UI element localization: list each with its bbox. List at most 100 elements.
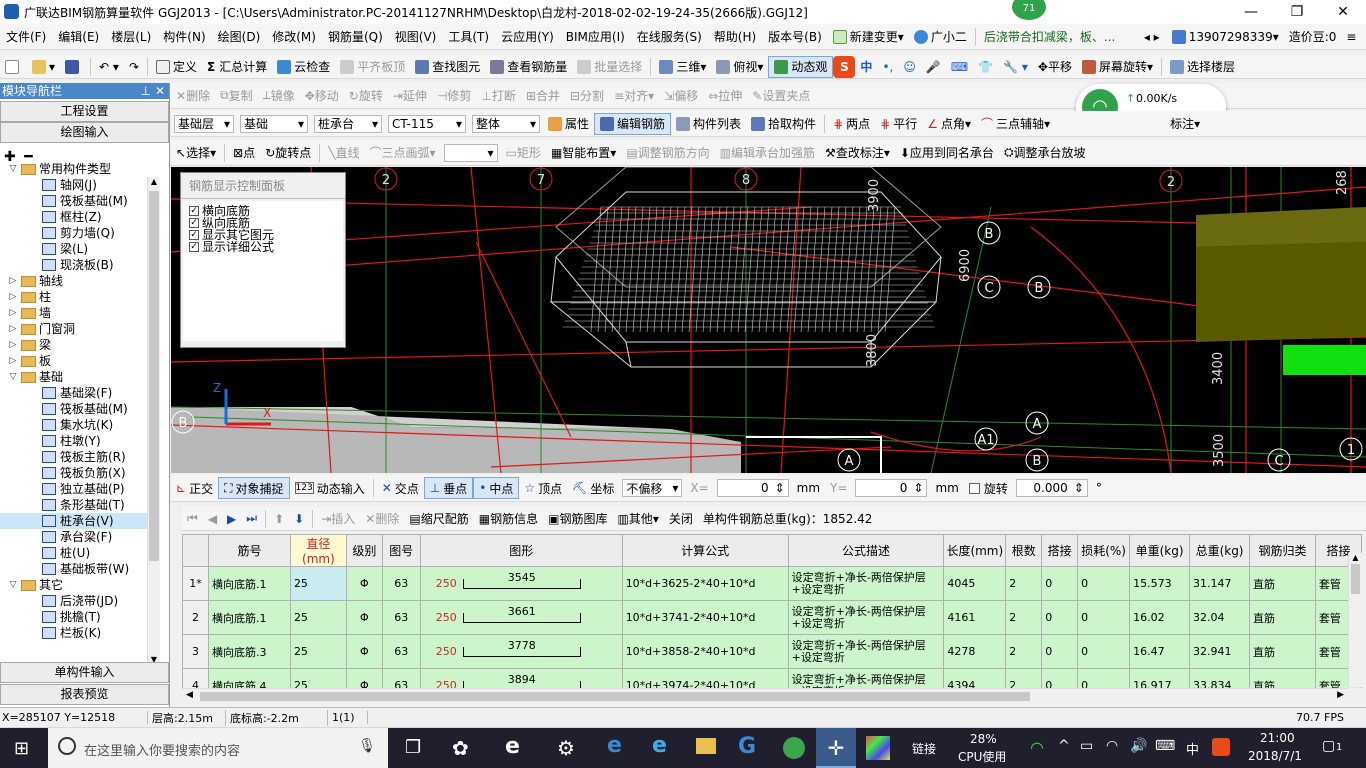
draw-input-button[interactable]: 绘图输入 xyxy=(0,122,169,143)
split-button[interactable]: ⊟ 分割 xyxy=(565,85,609,107)
table-row[interactable]: 3 横向底筋.3 25 Φ 63 250 3778 10*d+3858-2*40+10*d 设定… xyxy=(182,634,1362,669)
tree-item[interactable]: 承台梁(F) xyxy=(0,529,160,545)
tree-item[interactable]: 桩(U) xyxy=(0,545,160,561)
cell-name[interactable]: 横向底筋.3 xyxy=(207,634,291,669)
fan-app-icon[interactable]: ✿ xyxy=(452,736,469,760)
green-app-icon[interactable] xyxy=(783,737,805,759)
expander-icon[interactable]: ▽ xyxy=(8,369,18,385)
prev-record-icon[interactable]: ◀ xyxy=(203,508,222,530)
single-component-button[interactable]: 单构件输入 xyxy=(0,662,169,683)
annotate-button[interactable]: 标注 ▾ xyxy=(1165,113,1205,135)
cell-count[interactable]: 2 xyxy=(1005,566,1043,601)
start-icon[interactable]: ⊞ xyxy=(14,738,29,759)
define-button[interactable]: 定义 xyxy=(151,56,202,78)
tree-folder[interactable]: ▷ 轴线 xyxy=(0,273,160,289)
whole-select[interactable]: 整体 ▾ xyxy=(472,114,540,133)
cell-unit[interactable]: 15.573 xyxy=(1129,566,1191,601)
model-view-svg[interactable]: 3900 6900 3400 3800 3500 268 Z X 2 7 8 2 B C B… xyxy=(171,167,1366,473)
cell-length[interactable]: 4045 xyxy=(943,566,1007,601)
cell-name[interactable]: 横向底筋.1 xyxy=(207,600,291,635)
action-center-icon[interactable]: ▢ xyxy=(1322,738,1335,754)
cell-length[interactable]: 4278 xyxy=(943,634,1007,669)
type-select[interactable]: 基础 ▾ xyxy=(240,114,308,133)
redo-icon[interactable]: ↷ xyxy=(124,56,144,78)
tree-item[interactable]: 独立基础(P) xyxy=(0,481,160,497)
pin-icon[interactable]: ⊥ xyxy=(141,83,151,99)
table-row[interactable]: 2 横向底筋.1 25 Φ 63 250 3661 10*d+3741-2*40+10*d 设定… xyxy=(182,600,1362,635)
menu-item[interactable]: 钢筋量(Q) xyxy=(322,28,389,45)
sogou-tray-icon[interactable] xyxy=(1212,738,1230,756)
ortho-button[interactable]: ⊾ 正交 xyxy=(171,477,218,499)
point-angle-button[interactable]: ∠ 点角 ▾ xyxy=(922,113,976,135)
cell-shape[interactable]: 250 3545 xyxy=(419,566,623,601)
rotate-point-button[interactable]: ↻ 旋转点 xyxy=(260,142,316,164)
tree-item[interactable]: 梁(L) xyxy=(0,241,160,257)
cell-loss[interactable]: 0 xyxy=(1077,668,1131,688)
cell-idx[interactable]: 4 xyxy=(182,668,209,688)
expander-icon[interactable]: ▷ xyxy=(8,337,18,353)
dynamic-view-button[interactable]: 动态观 xyxy=(768,55,834,78)
tree-item[interactable]: 筏板主筋(R) xyxy=(0,449,160,465)
wifi-tray-icon[interactable]: ◠ xyxy=(1030,738,1044,757)
menu-item[interactable]: 工具(T) xyxy=(442,28,495,45)
cell-dia[interactable]: 25 xyxy=(289,566,347,601)
open-file-icon[interactable]: ▾ xyxy=(27,56,60,78)
expander-icon[interactable]: ▷ xyxy=(8,273,18,289)
rotate-screen-button[interactable]: 屏幕旋转 ▾ xyxy=(1077,56,1158,78)
arc-button[interactable]: ⌒ 三点画弧 ▾ xyxy=(365,142,441,164)
clock-date[interactable]: 2018/7/1 xyxy=(1248,749,1302,763)
mirror-button[interactable]: ⟂ 镜像 xyxy=(258,85,300,107)
tree-scrollbar[interactable]: ▲ ▼ xyxy=(147,177,160,667)
adjust-slope-button[interactable]: ⛭ 调整承台放坡 xyxy=(999,142,1091,164)
checkbox-checked-icon[interactable]: ✓ xyxy=(189,242,199,252)
set-point-button[interactable]: ✎ 设置夹点 xyxy=(747,85,815,107)
tree-folder[interactable]: ▷ 柱 xyxy=(0,289,160,305)
battery-icon[interactable]: ▭ xyxy=(1080,738,1093,754)
project-settings-button[interactable]: 工程设置 xyxy=(0,101,169,122)
tray-expand-icon[interactable]: ^ xyxy=(1058,738,1070,754)
undo-icon[interactable]: ↶ ▾ xyxy=(94,56,124,78)
two-point-button[interactable]: ⋕ 两点 xyxy=(828,113,875,135)
cell-shape[interactable]: 250 3778 xyxy=(419,634,623,669)
column-header[interactable]: 级别 xyxy=(345,534,383,567)
x-input[interactable]: 0 ⇕ xyxy=(716,479,789,497)
move-down-icon[interactable]: ⬇ xyxy=(289,508,309,530)
settings-app-icon[interactable]: ⚙ xyxy=(557,736,575,760)
tree-item[interactable]: 基础板带(W) xyxy=(0,561,160,577)
move-up-icon[interactable]: ⬆ xyxy=(269,508,289,530)
network-tray-icon[interactable]: ◠ xyxy=(1106,738,1118,754)
tree-item[interactable]: 基础梁(F) xyxy=(0,385,160,401)
cell-cat[interactable]: 直筋 xyxy=(1249,634,1316,669)
cell-grade[interactable]: Φ xyxy=(345,600,383,635)
move-button[interactable]: ✥ 移动 xyxy=(300,85,344,107)
save-icon[interactable] xyxy=(60,56,87,78)
checkbox-checked-icon[interactable]: ✓ xyxy=(189,230,199,240)
cell-name[interactable]: 横向底筋.4 xyxy=(207,668,291,688)
tree-item[interactable]: 后浇带(JD) xyxy=(0,593,160,609)
tools-icon[interactable]: 🔧 ▾ xyxy=(998,56,1033,78)
checkbox-checked-icon[interactable]: ✓ xyxy=(189,206,199,216)
rotate-button[interactable]: ↻ 旋转 xyxy=(344,85,388,107)
property-button[interactable]: 属性 xyxy=(543,113,594,135)
cell-loss[interactable]: 0 xyxy=(1077,600,1131,635)
edge-icon[interactable]: e xyxy=(607,733,622,758)
rect-button[interactable]: ▭ 矩形 xyxy=(501,142,546,164)
cell-lap[interactable]: 0 xyxy=(1041,668,1079,688)
new-file-icon[interactable] xyxy=(0,56,27,78)
object-snap-button[interactable]: ⛶ 对象捕捉 xyxy=(218,477,290,499)
find-element-button[interactable]: 查找图元 xyxy=(410,56,485,78)
cell-total[interactable]: 32.04 xyxy=(1189,600,1251,635)
pan-button[interactable]: ✥ 平移 xyxy=(1033,56,1077,78)
cell-cat[interactable]: 直筋 xyxy=(1249,600,1316,635)
break-button[interactable]: ⊥ 打断 xyxy=(476,85,520,107)
rebar-info-button[interactable]: ▦ 钢筋信息 xyxy=(474,508,543,530)
cell-desc[interactable]: 设定弯折+净长-两倍保护层+设定弯折 xyxy=(787,634,945,669)
cell-lap[interactable]: 0 xyxy=(1041,566,1079,601)
tree-item[interactable]: 集水坑(K) xyxy=(0,417,160,433)
ime-chinese[interactable]: 中 xyxy=(855,56,877,78)
user-phone[interactable]: 13907298339 ▾ xyxy=(1167,26,1284,48)
assistant-button[interactable]: 广小二 xyxy=(909,26,972,48)
punct-icon[interactable]: •, xyxy=(877,56,898,78)
menu-item[interactable]: BIM应用(I) xyxy=(560,28,631,45)
cell-desc[interactable]: 设定弯折+净长-两倍保护层+设定弯折 xyxy=(787,566,945,601)
